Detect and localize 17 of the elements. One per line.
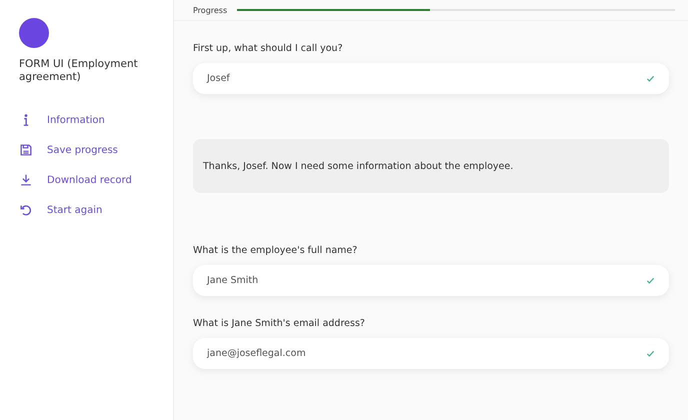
save-icon <box>19 143 33 157</box>
question-text: First up, what should I call you? <box>193 43 344 54</box>
sidebar-link[interactable]: Information <box>19 112 173 128</box>
form-title: FORM UI (Employment agreement) <box>19 58 139 84</box>
restart-icon <box>19 203 33 217</box>
progress-label: Progress <box>193 6 228 14</box>
question-text: What is the employee's full name? <box>193 245 358 256</box>
sidebar-link[interactable]: Start again <box>19 202 173 218</box>
avatar <box>19 18 49 48</box>
chat-message: Thanks, Josef. Now I need some information about the employee. <box>193 139 669 193</box>
answer-field[interactable]: Jane Smith <box>193 265 669 296</box>
answer-field[interactable]: jane@joseflegal.com <box>193 338 669 369</box>
question-text: What is Jane Smith's email address? <box>193 318 366 329</box>
sidebar-link[interactable]: Download record <box>19 172 173 188</box>
sidebar-link[interactable]: Save progress <box>19 142 173 158</box>
answer-field[interactable]: Josef <box>193 63 669 94</box>
download-icon <box>19 173 33 187</box>
